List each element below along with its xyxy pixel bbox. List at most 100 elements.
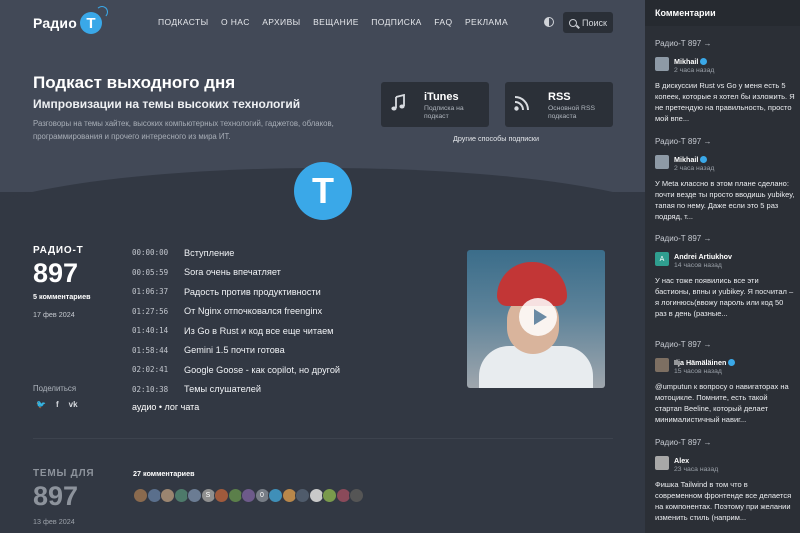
rss-title: RSS <box>548 91 571 103</box>
nav-ads[interactable]: РЕКЛАМА <box>465 17 508 27</box>
timeline-item[interactable]: 01:27:56 От Nginx отпочковался freenginx <box>132 302 340 322</box>
vk-icon[interactable]: vk <box>69 400 78 409</box>
play-icon[interactable] <box>519 298 557 336</box>
logo-letter: Т <box>86 14 96 32</box>
hero-subtitle: Импровизации на темы высоких технологий <box>33 97 301 111</box>
search-label: Поиск <box>582 17 607 28</box>
timeline-topic[interactable]: Sora очень впечатляет <box>184 267 281 277</box>
comment-episode-link[interactable]: Радио-Т 897 → <box>655 234 795 243</box>
sidebar-comment[interactable]: Радио-Т 897 → Mikhail 2 часа назад У Met… <box>655 137 795 222</box>
share-label: Поделиться <box>33 384 77 393</box>
sidebar-comment[interactable]: Радио-Т 897 → Ilja Hämäläinen 15 часов н… <box>655 340 795 425</box>
nav-subscribe[interactable]: ПОДПИСКА <box>371 17 421 27</box>
avatar-letter: S <box>205 492 211 499</box>
nav-faq[interactable]: FAQ <box>434 17 452 27</box>
next-episode-number[interactable]: 897 <box>33 481 78 512</box>
other-subscribe-link[interactable]: Другие способы подписки <box>453 134 539 143</box>
verified-icon <box>700 156 708 163</box>
timeline-time[interactable]: 01:27:56 <box>132 307 184 316</box>
next-episode-label[interactable]: ТЕМЫ ДЛЯ <box>33 468 94 479</box>
timeline-topic[interactable]: От Nginx отпочковался freenginx <box>184 306 322 316</box>
comment-episode-link[interactable]: Радио-Т 897 → <box>655 137 795 146</box>
nav-podcasts[interactable]: ПОДКАСТЫ <box>158 17 209 27</box>
sidebar-comment[interactable]: Радио-Т 897 → Mikhail 2 часа назад В дис… <box>655 39 795 124</box>
timeline-topic[interactable]: Вступление <box>184 248 234 258</box>
commenter-avatar[interactable] <box>160 488 175 503</box>
commenter-avatar[interactable] <box>268 488 283 503</box>
comment-time: 2 часа назад <box>674 165 715 172</box>
timeline-time[interactable]: 01:40:14 <box>132 326 184 335</box>
timeline-topic[interactable]: Темы слушателей <box>184 384 261 394</box>
episode-comments-link[interactable]: 5 комментариев <box>33 292 91 301</box>
timeline-time[interactable]: 02:02:41 <box>132 365 184 374</box>
comment-episode-link[interactable]: Радио-Т 897 → <box>655 39 795 48</box>
comment-text: В дискуссии Rust vs Go у меня есть 5 коп… <box>655 81 795 123</box>
logo-text: Радио <box>33 15 77 31</box>
timeline-item[interactable]: 01:40:14 Из Go в Rust и код все еще читае… <box>132 321 340 341</box>
comment-episode-link[interactable]: Радио-Т 897 → <box>655 438 795 447</box>
timeline-item[interactable]: 00:05:59 Sora очень впечатляет <box>132 263 340 283</box>
author-name-text: Mikhail <box>674 155 699 164</box>
search-button[interactable]: Поиск <box>563 12 613 33</box>
timeline-time[interactable]: 02:10:38 <box>132 385 184 394</box>
avatar-letter: 0 <box>260 492 264 499</box>
commenter-avatar[interactable] <box>187 488 202 503</box>
commenter-avatar[interactable] <box>214 488 229 503</box>
comment-time: 2 часа назад <box>674 67 715 74</box>
commenter-avatar[interactable] <box>349 488 364 503</box>
hero-title: Подкаст выходного дня <box>33 73 236 92</box>
timeline-item[interactable]: 01:06:37 Радость против продуктивности <box>132 282 340 302</box>
avatar: A <box>655 252 669 266</box>
timeline-topic[interactable]: Радость против продуктивности <box>184 287 321 297</box>
timeline-time[interactable]: 01:58:44 <box>132 346 184 355</box>
episode-label[interactable]: РАДИО-Т <box>33 245 84 256</box>
nav-archives[interactable]: АРХИВЫ <box>262 17 300 27</box>
verified-icon <box>728 359 736 366</box>
share-icons: 🐦 f vk <box>36 400 78 409</box>
commenter-avatar[interactable] <box>295 488 310 503</box>
nav-broadcast[interactable]: ВЕЩАНИЕ <box>313 17 359 27</box>
comment-time: 14 часов назад <box>674 262 722 269</box>
episode-cover-image[interactable] <box>467 250 605 388</box>
commenter-avatar[interactable] <box>133 488 148 503</box>
timeline-item[interactable]: 01:58:44 Gemini 1.5 почти готова <box>132 341 340 361</box>
section-divider <box>33 438 613 439</box>
itunes-subscribe-card[interactable]: iTunes Подписка на подкаст <box>381 82 489 127</box>
logo-t-icon: Т <box>79 6 108 34</box>
timeline-time[interactable]: 00:00:00 <box>132 248 184 257</box>
sidebar-title: Комментарии <box>655 8 716 18</box>
timeline-time[interactable]: 00:05:59 <box>132 268 184 277</box>
author-name-text: Mikhail <box>674 57 699 66</box>
commenter-avatar[interactable] <box>241 488 256 503</box>
comment-episode-link[interactable]: Радио-Т 897 → <box>655 340 795 349</box>
episode-number[interactable]: 897 <box>33 258 78 289</box>
comment-text: У Meta классно в этом плане сделано: поч… <box>655 179 795 221</box>
avatar <box>655 358 669 372</box>
timeline-item[interactable]: 00:00:00 Вступление <box>132 243 340 263</box>
timeline-item[interactable]: 02:10:38 Темы слушателей <box>132 380 340 400</box>
site-logo[interactable]: Радио Т <box>33 6 108 36</box>
avatar <box>655 155 669 169</box>
timeline-item[interactable]: 02:02:41 Google Goose - как copilot, но д… <box>132 360 340 380</box>
comment-author: Ilja Hämäläinen 15 часов назад <box>655 358 795 376</box>
next-comments-link[interactable]: 27 комментариев <box>133 469 195 478</box>
sidebar-comment[interactable]: Радио-Т 897 → A Andrei Artiukhov 14 часо… <box>655 234 795 319</box>
avatar-letter: A <box>659 255 665 263</box>
timeline-topic[interactable]: Из Go в Rust и код все еще читаем <box>184 326 334 336</box>
timeline-time[interactable]: 01:06:37 <box>132 287 184 296</box>
comment-author-name: Ilja Hämäläinen <box>674 358 736 367</box>
rss-subscribe-card[interactable]: RSS Основной RSS подкаста <box>505 82 613 127</box>
theme-toggle-icon[interactable] <box>544 17 554 27</box>
timeline-topic[interactable]: Google Goose - как copilot, но другой <box>184 365 340 375</box>
comment-author: Mikhail 2 часа назад <box>655 57 795 75</box>
facebook-icon[interactable]: f <box>56 400 59 409</box>
avatar <box>655 456 669 470</box>
audio-chatlog-links[interactable]: аудио • лог чата <box>132 402 199 412</box>
twitter-icon[interactable]: 🐦 <box>36 400 46 409</box>
commenter-avatar[interactable] <box>322 488 337 503</box>
sidebar-comment[interactable]: Радио-Т 897 → Alex 23 часа назад Фишка T… <box>655 438 795 523</box>
radio-t-logo[interactable]: Т <box>294 162 352 220</box>
comments-sidebar: Комментарии Радио-Т 897 → Mikhail 2 часа… <box>645 0 800 533</box>
nav-about[interactable]: О НАС <box>221 17 250 27</box>
timeline-topic[interactable]: Gemini 1.5 почти готова <box>184 345 285 355</box>
